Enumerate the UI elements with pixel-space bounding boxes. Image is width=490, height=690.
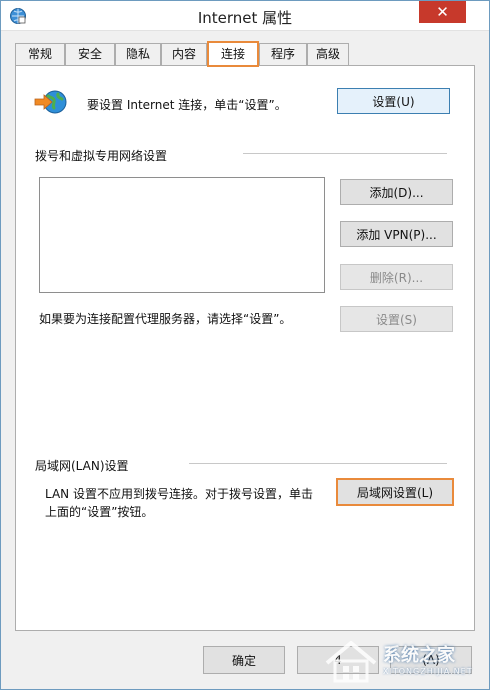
tab-privacy[interactable]: 隐私 <box>115 43 161 65</box>
connections-listbox[interactable] <box>39 177 325 293</box>
lan-settings-button[interactable]: 局域网设置(L) <box>336 478 454 506</box>
tab-content[interactable]: 内容 <box>161 43 207 65</box>
tab-advanced[interactable]: 高级 <box>307 43 349 65</box>
setup-instruction: 要设置 Internet 连接，单击“设置”。 <box>87 98 287 112</box>
watermark-text: 系统之家 <box>383 645 455 666</box>
add-vpn-button[interactable]: 添加 VPN(P)... <box>340 221 453 247</box>
globe-arrow-icon <box>34 90 67 114</box>
lan-divider <box>189 463 447 464</box>
dialup-divider <box>243 153 447 154</box>
add-button[interactable]: 添加(D)... <box>340 179 453 205</box>
lan-heading: 局域网(LAN)设置 <box>35 459 129 473</box>
tab-security[interactable]: 安全 <box>65 43 115 65</box>
lan-note-line2: 上面的“设置”按钮。 <box>45 505 154 519</box>
ok-button[interactable]: 确定 <box>203 646 285 674</box>
dialup-vpn-heading: 拨号和虚拟专用网络设置 <box>35 149 168 163</box>
site-watermark: 系统之家 XITONGZHIJIA.NET <box>317 637 487 689</box>
window-title: Internet 属性 <box>197 9 293 27</box>
setup-button[interactable]: 设置(U) <box>337 88 450 114</box>
title-bar[interactable]: Internet 属性 ✕ <box>1 1 489 31</box>
tab-programs[interactable]: 程序 <box>259 43 307 65</box>
tab-general[interactable]: 常规 <box>15 43 65 65</box>
tab-connections[interactable]: 连接 <box>207 41 259 67</box>
house-logo-icon <box>325 641 377 683</box>
internet-properties-window: Internet 属性 ✕ 常规 安全 隐私 内容 连接 程序 高级 要设置 I… <box>0 0 490 690</box>
close-button[interactable]: ✕ <box>419 1 466 23</box>
proxy-note: 如果要为连接配置代理服务器，请选择“设置”。 <box>39 312 292 326</box>
watermark-subtext: XITONGZHIJIA.NET <box>383 667 473 676</box>
dialup-settings-button[interactable]: 设置(S) <box>340 306 453 332</box>
lan-note-line1: LAN 设置不应用到拨号连接。对于拨号设置，单击 <box>45 487 313 501</box>
remove-button[interactable]: 删除(R)... <box>340 264 453 290</box>
